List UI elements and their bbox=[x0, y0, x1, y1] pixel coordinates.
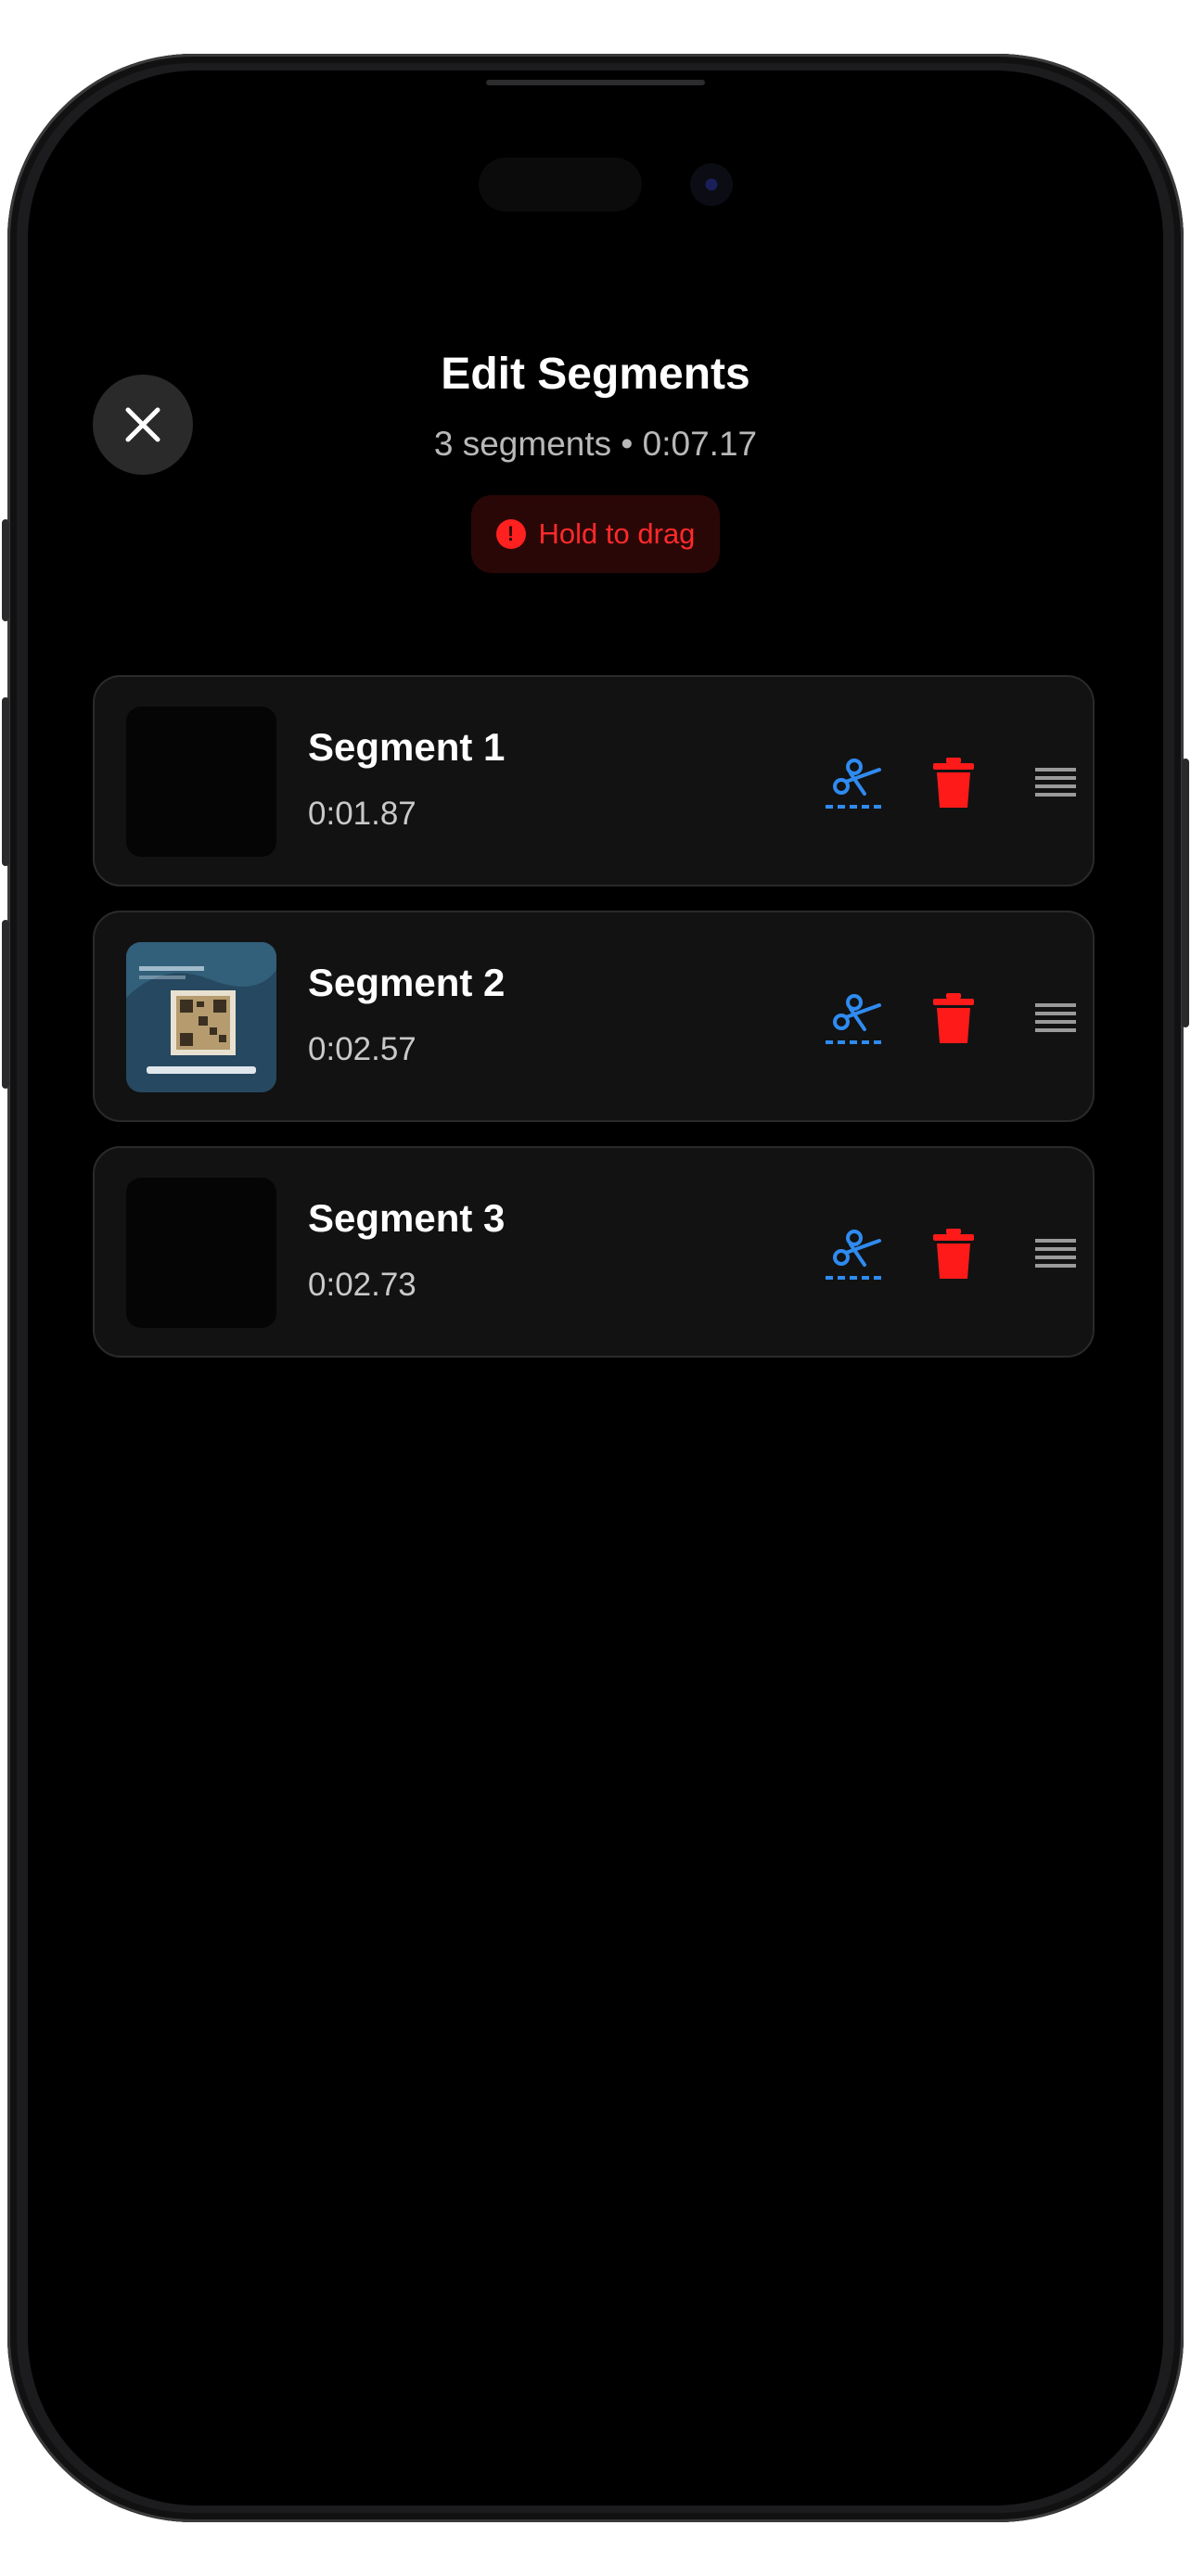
dynamic-island bbox=[479, 158, 642, 211]
volume-up-button bbox=[2, 697, 9, 866]
segment-duration: 0:02.57 bbox=[308, 1031, 416, 1067]
scissors-icon bbox=[826, 1230, 881, 1280]
segment-name: Segment 3 bbox=[308, 1196, 506, 1240]
front-camera bbox=[690, 163, 733, 206]
segment-row[interactable]: Segment 2 0:02.57 bbox=[93, 911, 1095, 1122]
drag-handle[interactable] bbox=[1022, 1220, 1089, 1287]
segment-row[interactable]: Segment 1 0:01.87 bbox=[93, 675, 1095, 886]
qr-screen-thumbnail bbox=[126, 942, 276, 1092]
action-button bbox=[2, 519, 9, 621]
scissors-icon bbox=[826, 759, 881, 809]
power-button bbox=[1182, 759, 1189, 1027]
delete-button[interactable] bbox=[920, 1220, 987, 1287]
trim-button[interactable] bbox=[820, 985, 887, 1052]
drag-handle-icon bbox=[1035, 1239, 1076, 1268]
screen: Edit Segments 3 segments • 0:07.17 ! Hol… bbox=[28, 70, 1163, 2506]
segments-summary: 3 segments • 0:07.17 bbox=[433, 425, 758, 463]
drag-hint-badge: ! Hold to drag bbox=[471, 495, 720, 573]
scissors-icon bbox=[826, 994, 881, 1044]
delete-button[interactable] bbox=[920, 749, 987, 816]
trash-icon bbox=[933, 993, 974, 1043]
segment-duration: 0:01.87 bbox=[308, 796, 416, 832]
trim-button[interactable] bbox=[820, 749, 887, 816]
segment-row[interactable]: Segment 3 0:02.73 bbox=[93, 1146, 1095, 1358]
trash-icon bbox=[933, 758, 974, 808]
segment-thumbnail bbox=[126, 1178, 276, 1328]
segment-thumbnail bbox=[126, 707, 276, 857]
delete-button[interactable] bbox=[920, 985, 987, 1052]
segment-thumbnail bbox=[126, 942, 276, 1092]
info-icon: ! bbox=[495, 519, 526, 549]
drag-handle-icon bbox=[1035, 768, 1076, 797]
segment-duration: 0:02.73 bbox=[308, 1267, 416, 1303]
segment-name: Segment 1 bbox=[308, 725, 506, 769]
page-title: Edit Segments bbox=[441, 350, 750, 399]
trash-icon bbox=[933, 1229, 974, 1279]
segment-name: Segment 2 bbox=[308, 961, 506, 1004]
volume-down-button bbox=[2, 920, 9, 1089]
speaker-grille bbox=[486, 80, 705, 85]
trim-button[interactable] bbox=[820, 1220, 887, 1287]
drag-handle-icon bbox=[1035, 1003, 1076, 1032]
drag-hint-label: Hold to drag bbox=[538, 517, 696, 550]
drag-handle[interactable] bbox=[1022, 749, 1089, 816]
phone-frame: Edit Segments 3 segments • 0:07.17 ! Hol… bbox=[2, 54, 1189, 2522]
drag-handle[interactable] bbox=[1022, 985, 1089, 1052]
